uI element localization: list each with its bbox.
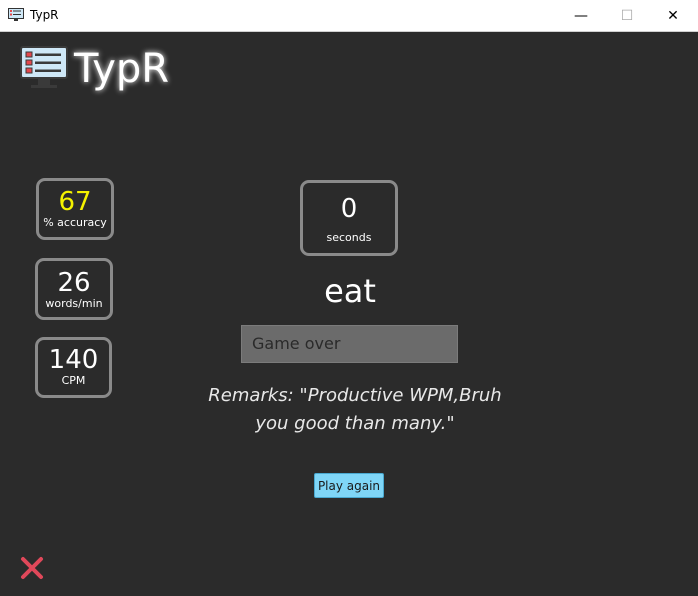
remarks-text: Remarks: "Productive WPM,Bruh you good t…	[208, 385, 502, 434]
window-close-button[interactable]: ✕	[650, 0, 696, 31]
typing-input[interactable]: Game over	[241, 325, 458, 363]
maximize-button[interactable]: ☐	[604, 0, 650, 31]
app-brand: TypR	[20, 46, 169, 92]
minimize-button[interactable]: —	[558, 0, 604, 31]
window-titlebar: TypR — ☐ ✕	[0, 0, 698, 32]
monitor-checklist-icon	[20, 46, 68, 88]
timer-value: 0	[340, 194, 358, 224]
timer-card: 0 seconds	[300, 180, 398, 256]
wpm-label: words/min	[45, 297, 103, 310]
cpm-value: 140	[48, 345, 99, 375]
app-content: TypR 67 % accuracy 26 words/min 140 CPM …	[0, 32, 698, 596]
window-title: TypR	[30, 8, 59, 22]
timer-label: seconds	[326, 231, 372, 244]
accuracy-value: 67	[58, 187, 92, 217]
wpm-card: 26 words/min	[35, 258, 113, 320]
play-again-button[interactable]: Play again	[314, 473, 384, 498]
cpm-label: CPM	[61, 374, 86, 387]
app-name: TypR	[74, 46, 170, 92]
accuracy-label: % accuracy	[43, 216, 107, 229]
cpm-card: 140 CPM	[35, 337, 112, 398]
wpm-value: 26	[57, 268, 91, 298]
monitor-checklist-icon	[8, 8, 24, 21]
current-word: eat	[324, 272, 376, 310]
accuracy-card: 67 % accuracy	[36, 178, 114, 240]
close-x-icon[interactable]	[20, 556, 44, 580]
